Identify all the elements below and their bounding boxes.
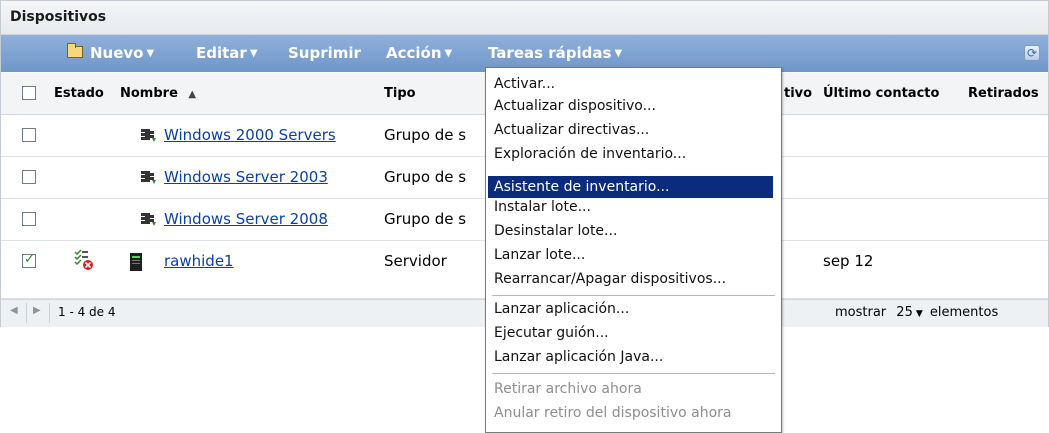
device-name-link[interactable]: Windows 2000 Servers — [164, 126, 336, 144]
dropdown-arrow-icon: ▼ — [915, 309, 923, 319]
device-name-link[interactable]: Windows Server 2003 — [164, 168, 328, 186]
menu-item-activar[interactable]: Activar... — [494, 76, 555, 92]
divider — [49, 303, 50, 323]
device-name-link[interactable]: rawhide1 — [164, 252, 234, 270]
col-retirados[interactable]: Retirados — [968, 86, 1039, 101]
next-page-icon[interactable]: ▶ — [33, 305, 41, 316]
menu-separator — [492, 373, 775, 374]
status-error-icon — [74, 249, 93, 270]
nuevo-label: Nuevo — [90, 44, 144, 62]
menu-item-exploracion-inventario[interactable]: Exploración de inventario... — [494, 146, 686, 162]
panel-title: Dispositivos — [10, 9, 107, 25]
panel-titlebar: Dispositivos — [1, 1, 1048, 35]
page-size-select[interactable]: 25 ▼ — [896, 305, 922, 320]
prev-page-icon[interactable]: ◀ — [10, 305, 18, 316]
menu-item-lanzar-aplicacion[interactable]: Lanzar aplicación... — [494, 301, 629, 317]
server-group-icon — [141, 129, 156, 142]
menu-item-instalar-lote[interactable]: Instalar lote... — [494, 199, 591, 215]
menu-item-rearrancar-apagar[interactable]: Rearrancar/Apagar dispositivos... — [494, 271, 726, 287]
menu-item-anular-retiro: Anular retiro del dispositivo ahora — [494, 405, 732, 421]
page-range: 1 - 4 de 4 — [58, 305, 116, 319]
editar-label: Editar — [196, 44, 247, 62]
accion-menu-button[interactable]: Acción ▼ — [386, 44, 452, 62]
server-group-icon — [141, 171, 156, 184]
device-type: Grupo de s — [384, 126, 467, 144]
menu-item-lanzar-aplicacion-java[interactable]: Lanzar aplicación Java... — [494, 349, 663, 365]
menu-item-actualizar-directivas[interactable]: Actualizar directivas... — [494, 122, 649, 138]
server-group-icon — [141, 213, 156, 226]
menu-item-lanzar-lote[interactable]: Lanzar lote... — [494, 247, 585, 263]
suprimir-button[interactable]: Suprimir — [288, 44, 361, 62]
suprimir-label: Suprimir — [288, 44, 361, 62]
menu-item-ejecutar-guion[interactable]: Ejecutar guión... — [494, 325, 609, 341]
col-ultimo-contacto[interactable]: Último contacto — [823, 86, 939, 101]
menu-item-actualizar-dispositivo[interactable]: Actualizar dispositivo... — [494, 98, 656, 114]
page-size-value: 25 — [896, 305, 913, 320]
editar-menu-button[interactable]: Editar ▼ — [196, 44, 258, 62]
col-nombre[interactable]: Nombre ▲ — [120, 86, 196, 101]
row-checkbox[interactable] — [22, 170, 36, 184]
server-icon — [130, 253, 142, 271]
col-tipo[interactable]: Tipo — [384, 86, 416, 101]
menu-item-asistente-inventario[interactable]: Asistente de inventario... — [488, 176, 773, 198]
elementos-label: elementos — [929, 305, 999, 320]
row-checkbox[interactable] — [22, 128, 36, 142]
col-nombre-label: Nombre — [120, 86, 178, 101]
dropdown-arrow-icon: ▼ — [146, 48, 155, 59]
dropdown-arrow-icon: ▼ — [444, 48, 453, 59]
row-checkbox-checked[interactable] — [22, 252, 36, 268]
refresh-icon[interactable]: ⟳ — [1024, 45, 1040, 61]
col-estado[interactable]: Estado — [54, 86, 104, 101]
menu-item-retirar-archivo: Retirar archivo ahora — [494, 381, 642, 397]
row-checkbox[interactable] — [22, 212, 36, 226]
device-type: Grupo de s — [384, 168, 467, 186]
tareas-rapidas-menu-button[interactable]: Tareas rápidas ▼ — [488, 44, 622, 62]
dropdown-arrow-icon: ▼ — [614, 48, 623, 59]
device-type: Grupo de s — [384, 210, 467, 228]
last-contact: sep 12 — [823, 252, 874, 270]
page-size-control: mostrar 25 ▼ elementos — [835, 305, 998, 320]
tareas-label: Tareas rápidas — [488, 44, 612, 62]
divider — [26, 303, 27, 323]
mostrar-label: mostrar — [835, 305, 887, 320]
new-folder-icon — [67, 43, 83, 58]
accion-label: Acción — [386, 44, 442, 62]
col-tivo[interactable]: tivo — [784, 86, 812, 101]
menu-separator — [492, 295, 775, 296]
nuevo-menu-button[interactable]: Nuevo ▼ — [90, 44, 154, 62]
menu-item-desinstalar-lote[interactable]: Desinstalar lote... — [494, 223, 617, 239]
device-type: Servidor — [384, 252, 447, 270]
quick-tasks-menu: Activar... Actualizar dispositivo... Act… — [485, 67, 782, 433]
device-name-link[interactable]: Windows Server 2008 — [164, 210, 328, 228]
sort-ascending-icon: ▲ — [188, 89, 197, 100]
dropdown-arrow-icon: ▼ — [249, 48, 258, 59]
select-all-checkbox[interactable] — [22, 86, 36, 100]
